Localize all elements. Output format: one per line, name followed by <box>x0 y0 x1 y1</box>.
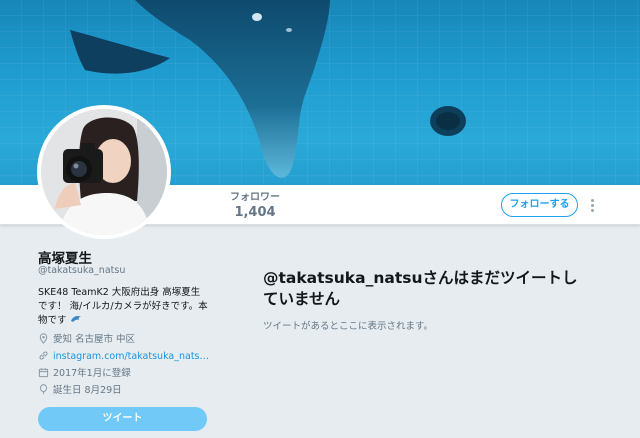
followers-label: フォロワー <box>230 192 280 203</box>
profile-joined: 2017年1月に登録 <box>38 367 131 380</box>
avatar[interactable] <box>37 105 171 239</box>
location-pin-icon <box>39 333 48 344</box>
follow-button[interactable]: フォローする <box>501 193 578 217</box>
empty-timeline-subtitle: ツイートがあるとここに表示されます。 <box>263 321 434 332</box>
profile-handle[interactable]: @takatsuka_natsu <box>38 265 125 276</box>
followers-count: 1,404 <box>234 205 276 220</box>
link-icon <box>39 351 48 360</box>
empty-timeline-title: @takatsuka_natsuさんはまだツイートしていません <box>263 269 578 308</box>
profile-birthday: 誕生日 8月29日 <box>38 384 122 397</box>
profile-name[interactable]: 高塚夏生 <box>38 247 92 267</box>
joined-text: 2017年1月に登録 <box>53 368 131 379</box>
website-link[interactable]: instagram.com/takatsuka_nats… <box>53 351 209 362</box>
calendar-icon <box>38 368 49 378</box>
followers-stat[interactable]: フォロワー 1,404 <box>226 191 284 221</box>
location-text: 愛知 名古屋市 中区 <box>53 334 136 345</box>
bio-text: SKE48 TeamK2 大阪府出身 高塚夏生です！ 海/イルカ/カメラが好きで… <box>38 287 208 326</box>
birthday-text: 誕生日 8月29日 <box>53 385 122 396</box>
profile-bio: SKE48 TeamK2 大阪府出身 高塚夏生です！ 海/イルカ/カメラが好きで… <box>38 286 208 328</box>
balloon-icon <box>39 384 48 395</box>
dolphin-emoji-icon <box>70 316 81 322</box>
more-options-icon[interactable] <box>586 197 598 213</box>
tweet-button[interactable]: ツイート <box>38 407 207 431</box>
avatar-photo <box>41 109 167 235</box>
profile-website: instagram.com/takatsuka_nats… <box>38 350 209 363</box>
profile-location: 愛知 名古屋市 中区 <box>38 333 135 346</box>
